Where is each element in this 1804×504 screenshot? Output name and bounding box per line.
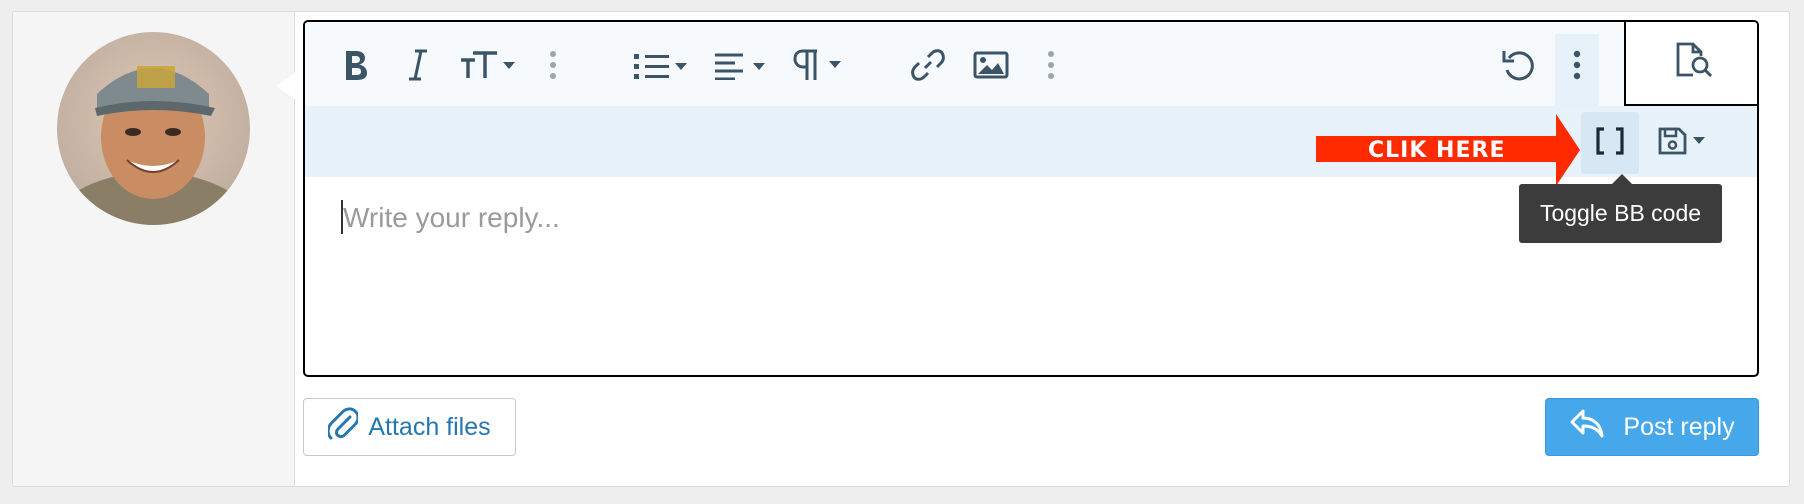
bold-icon[interactable] [343, 48, 369, 82]
tooltip-arrow [1612, 174, 1632, 184]
list-icon[interactable] [633, 52, 689, 80]
editor-toolbar [305, 22, 1757, 106]
italic-icon[interactable] [407, 48, 429, 82]
paragraph-icon[interactable] [793, 48, 845, 82]
vertical-dots-icon[interactable] [549, 50, 557, 80]
click-here-annotation: CLIK HERE [1316, 114, 1580, 191]
drafts-button[interactable] [1657, 126, 1709, 156]
post-reply-label: Post reply [1623, 412, 1735, 441]
attach-files-label: Attach files [368, 412, 491, 441]
brackets-icon [1595, 126, 1625, 161]
avatar[interactable] [57, 32, 250, 225]
attach-files-button[interactable]: Attach files [303, 398, 516, 456]
user-column [13, 12, 295, 486]
annotation-label: CLIK HERE [1368, 138, 1506, 163]
preview-button[interactable] [1624, 22, 1757, 106]
reply-placeholder: Write your reply... [343, 202, 560, 233]
image-icon[interactable] [973, 50, 1009, 80]
toggle-bbcode-button[interactable] [1581, 112, 1639, 174]
font-size-icon[interactable] [459, 50, 519, 80]
bbcode-tooltip: Toggle BB code [1519, 184, 1722, 243]
document-search-icon [1675, 42, 1713, 83]
post-reply-button[interactable]: Post reply [1545, 398, 1759, 456]
undo-icon[interactable] [1501, 48, 1537, 82]
vertical-dots-icon[interactable] [1573, 50, 1581, 80]
reply-arrow-icon [1569, 408, 1605, 447]
floppy-disk-icon [1657, 126, 1709, 156]
link-icon[interactable] [911, 48, 945, 82]
align-left-icon[interactable] [713, 52, 769, 80]
avatar-pointer [276, 72, 296, 100]
paperclip-icon [326, 406, 360, 448]
vertical-dots-icon[interactable] [1047, 50, 1055, 80]
